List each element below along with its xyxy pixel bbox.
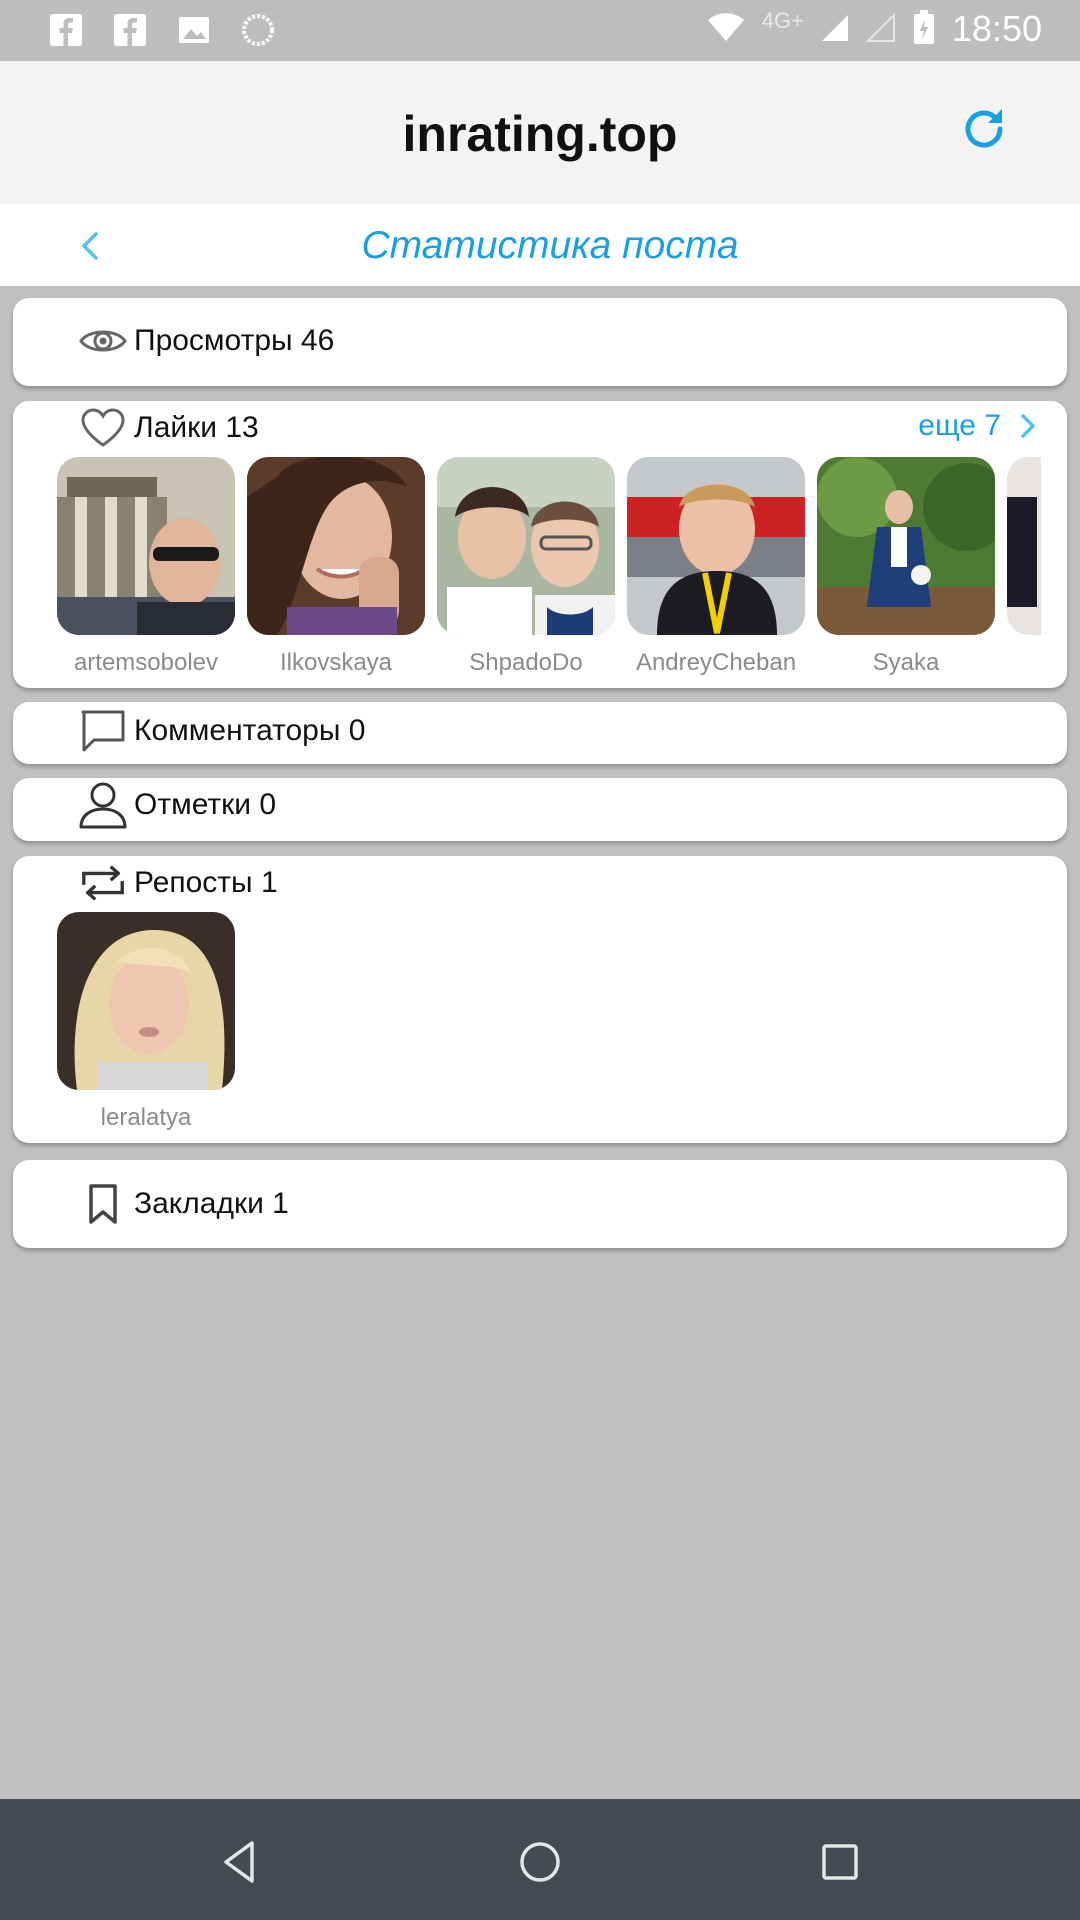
heart-icon	[78, 405, 128, 451]
username: leralatya	[100, 1104, 192, 1131]
eye-icon	[78, 318, 128, 364]
liker-avatar-item[interactable]: Ilkovskaya	[247, 457, 425, 677]
recents-square-icon	[822, 1844, 858, 1880]
bookmark-icon	[78, 1181, 128, 1227]
facebook-icon	[48, 12, 84, 48]
tags-label: Отметки 0	[134, 788, 277, 821]
liker-avatar-item[interactable]: artemsobolev	[57, 457, 235, 677]
liker-avatar-item[interactable]: Syaka	[817, 457, 995, 677]
reposts-label: Репосты 1	[134, 866, 278, 899]
app-title: inrating.top	[402, 106, 678, 162]
reposts-user-list: leralatya	[57, 912, 1041, 1142]
avatar	[247, 457, 425, 635]
username: AndreyCheban	[635, 649, 797, 676]
nav-recents-button[interactable]	[815, 1837, 865, 1887]
avatar	[57, 457, 235, 635]
image-icon	[176, 12, 212, 48]
facebook-icon	[112, 12, 148, 48]
subheader: Статистика поста	[0, 204, 1080, 286]
liker-avatar-item[interactable]: AndreyCheban	[627, 457, 805, 677]
home-circle-icon	[520, 1842, 560, 1882]
battery-icon	[912, 9, 936, 50]
refresh-button[interactable]	[958, 103, 1010, 155]
username: Ilkovskaya	[279, 649, 393, 676]
status-bar: 4G+ 18:50	[0, 0, 1080, 61]
clock: 18:50	[951, 8, 1042, 49]
commenters-label: Комментаторы 0	[134, 714, 366, 747]
reposter-avatar-item[interactable]: leralatya	[57, 912, 235, 1132]
more-likes-link[interactable]: еще 7	[918, 409, 1037, 443]
likes-user-list: artemsobolev Ilkovskaya ShpadoDo AndreyC…	[57, 457, 1041, 687]
liker-avatar-item[interactable]: ShpadoDo	[437, 457, 615, 677]
nav-home-button[interactable]	[515, 1837, 565, 1887]
liker-avatar-item[interactable]	[1007, 457, 1041, 635]
bookmarks-label: Закладки 1	[134, 1187, 289, 1220]
username: Syaka	[872, 649, 940, 676]
likes-label: Лайки 13	[134, 411, 259, 444]
likes-card: Лайки 13 еще 7 artemsobolev Ilkovskaya S…	[13, 401, 1067, 688]
username: ShpadoDo	[469, 649, 583, 676]
views-label: Просмотры 46	[134, 324, 335, 357]
chevron-right-icon	[1021, 414, 1035, 438]
page-title: Статистика поста	[361, 224, 739, 267]
tags-card[interactable]: Отметки 0	[13, 778, 1067, 841]
system-nav-bar	[0, 1799, 1080, 1920]
repost-icon	[78, 860, 128, 906]
wifi-icon	[706, 11, 746, 48]
views-card[interactable]: Просмотры 46	[13, 298, 1067, 386]
refresh-icon	[965, 109, 1003, 148]
nav-back-button[interactable]	[216, 1837, 266, 1887]
reposts-card: Репосты 1 leralatya	[13, 856, 1067, 1143]
network-type: 4G+	[761, 8, 804, 33]
more-likes-label: еще 7	[918, 409, 1001, 442]
back-triangle-icon	[224, 1841, 254, 1883]
app-header: inrating.top	[0, 61, 1080, 204]
avatar	[817, 457, 995, 635]
signal-icon	[820, 11, 850, 48]
username: artemsobolev	[73, 649, 219, 676]
avatar	[627, 457, 805, 635]
avatar	[57, 912, 235, 1090]
loading-icon	[240, 12, 276, 48]
commenters-card[interactable]: Комментаторы 0	[13, 702, 1067, 764]
person-icon	[78, 782, 128, 829]
avatar	[437, 457, 615, 635]
comment-icon	[78, 708, 128, 754]
avatar	[1007, 457, 1041, 635]
signal-empty-icon	[865, 11, 896, 48]
bookmarks-card[interactable]: Закладки 1	[13, 1160, 1067, 1248]
